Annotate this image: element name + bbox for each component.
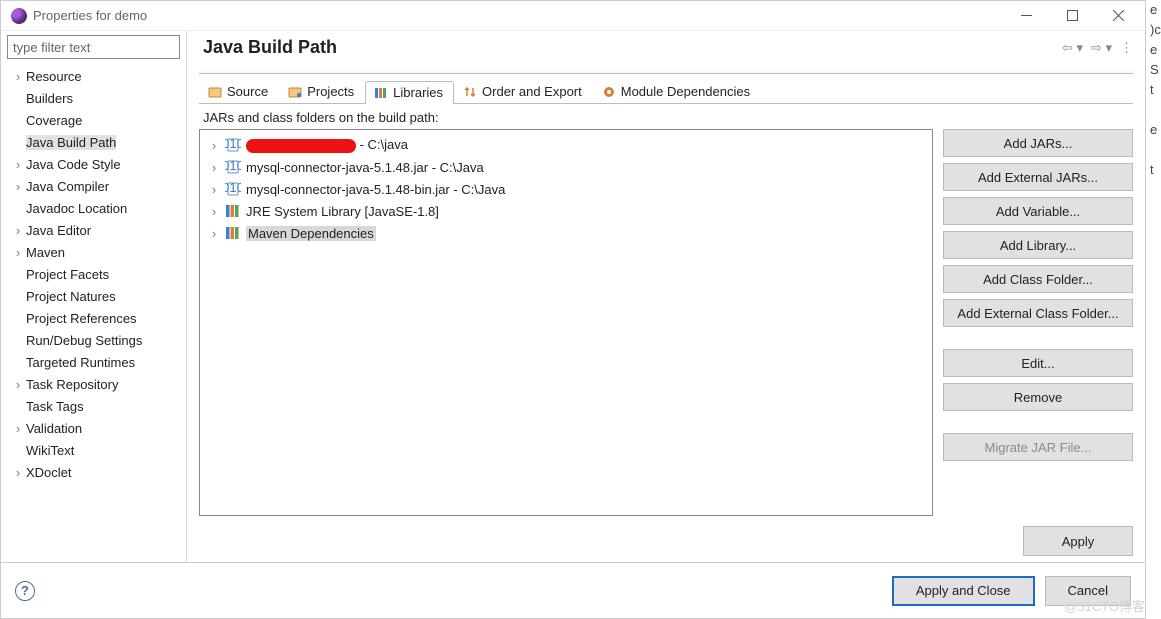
minimize-button[interactable]	[1003, 2, 1049, 30]
section-label: JARs and class folders on the build path…	[203, 110, 1133, 125]
folder-src-icon	[208, 85, 222, 99]
expand-icon: ›	[208, 182, 220, 197]
library-icon	[225, 203, 241, 219]
tree-item-task-repository[interactable]: ›Task Repository	[7, 373, 180, 395]
toolbar-nav: ⇦ ▾ ⇨ ▾ ⋮	[1062, 40, 1133, 56]
add-external-class-folder-button[interactable]: Add External Class Folder...	[943, 299, 1133, 327]
svg-text:010: 010	[225, 159, 241, 173]
properties-dialog: Properties for demo type filter text ›Re…	[0, 0, 1146, 619]
add-jars-button[interactable]: Add JARs...	[943, 129, 1133, 157]
tree-item-java-build-path[interactable]: Java Build Path	[7, 131, 180, 153]
folder-prj-icon	[288, 85, 302, 99]
library-icon	[225, 225, 241, 241]
eclipse-icon	[11, 8, 27, 24]
svg-text:010: 010	[225, 181, 241, 195]
tree-item-task-tags[interactable]: Task Tags	[7, 395, 180, 417]
tree-item-xdoclet[interactable]: ›XDoclet	[7, 461, 180, 483]
dialog-footer: ? Apply and Close Cancel	[1, 562, 1145, 618]
tree-item-coverage[interactable]: Coverage	[7, 109, 180, 131]
tab-projects[interactable]: Projects	[279, 80, 365, 103]
tab-libraries[interactable]: Libraries	[365, 81, 454, 104]
dialog-body: type filter text ›ResourceBuildersCovera…	[1, 31, 1145, 562]
tree-item-java-editor[interactable]: ›Java Editor	[7, 219, 180, 241]
expand-icon: ›	[208, 138, 220, 153]
expand-icon: ›	[208, 226, 220, 241]
expand-icon: ›	[208, 204, 220, 219]
filter-input[interactable]: type filter text	[7, 35, 180, 59]
maximize-button[interactable]	[1049, 2, 1095, 30]
jar-icon: 010	[225, 137, 241, 153]
expand-icon: ›	[11, 245, 25, 260]
expand-icon: ›	[11, 157, 25, 172]
page-title: Java Build Path	[203, 37, 337, 58]
apply-button[interactable]: Apply	[1023, 526, 1133, 556]
expand-icon: ›	[11, 179, 25, 194]
add-library-button[interactable]: Add Library...	[943, 231, 1133, 259]
tab-bar: SourceProjectsLibrariesOrder and ExportM…	[199, 78, 1133, 104]
classpath-entry[interactable]: ›Maven Dependencies	[202, 222, 930, 244]
expand-icon: ›	[11, 465, 25, 480]
migrate-jar-button: Migrate JAR File...	[943, 433, 1133, 461]
watermark: @51CTO博客	[1064, 596, 1145, 615]
tree-item-project-references[interactable]: Project References	[7, 307, 180, 329]
edit-button[interactable]: Edit...	[943, 349, 1133, 377]
tab-source[interactable]: Source	[199, 80, 279, 103]
expand-icon: ›	[11, 421, 25, 436]
classpath-entry[interactable]: ›JRE System Library [JavaSE-1.8]	[202, 200, 930, 222]
window-title: Properties for demo	[33, 8, 1003, 23]
button-column: Add JARs... Add External JARs... Add Var…	[943, 129, 1133, 516]
tree-item-project-natures[interactable]: Project Natures	[7, 285, 180, 307]
expand-icon: ›	[11, 377, 25, 392]
tree-item-builders[interactable]: Builders	[7, 87, 180, 109]
apply-and-close-button[interactable]: Apply and Close	[892, 576, 1035, 606]
classpath-entry[interactable]: ›010mysql-connector-java-5.1.48-bin.jar …	[202, 178, 930, 200]
tree-item-project-facets[interactable]: Project Facets	[7, 263, 180, 285]
property-tree[interactable]: ›ResourceBuildersCoverageJava Build Path…	[7, 65, 180, 483]
right-panel: Java Build Path ⇦ ▾ ⇨ ▾ ⋮ SourceProjects…	[187, 31, 1145, 562]
tree-item-java-compiler[interactable]: ›Java Compiler	[7, 175, 180, 197]
classpath-entry[interactable]: ›010 - C:\java	[202, 134, 930, 156]
jar-icon: 010	[225, 181, 241, 197]
expand-icon: ›	[11, 69, 25, 84]
tree-item-javadoc-location[interactable]: Javadoc Location	[7, 197, 180, 219]
tree-item-run-debug-settings[interactable]: Run/Debug Settings	[7, 329, 180, 351]
module-icon	[602, 85, 616, 99]
tree-item-resource[interactable]: ›Resource	[7, 65, 180, 87]
left-panel: type filter text ›ResourceBuildersCovera…	[1, 31, 187, 562]
remove-button[interactable]: Remove	[943, 383, 1133, 411]
tab-module-dependencies[interactable]: Module Dependencies	[593, 80, 761, 103]
background-editor-text: e)ceStet	[1150, 0, 1161, 180]
tree-item-targeted-runtimes[interactable]: Targeted Runtimes	[7, 351, 180, 373]
tree-item-maven[interactable]: ›Maven	[7, 241, 180, 263]
redacted-marker	[246, 139, 356, 153]
add-variable-button[interactable]: Add Variable...	[943, 197, 1133, 225]
expand-icon: ›	[208, 160, 220, 175]
jar-icon: 010	[225, 159, 241, 175]
add-external-jars-button[interactable]: Add External JARs...	[943, 163, 1133, 191]
tree-item-java-code-style[interactable]: ›Java Code Style	[7, 153, 180, 175]
forward-icon[interactable]: ⇨ ▾	[1091, 40, 1112, 56]
tab-order-and-export[interactable]: Order and Export	[454, 80, 593, 103]
expand-icon: ›	[11, 223, 25, 238]
titlebar: Properties for demo	[1, 1, 1145, 31]
svg-text:010: 010	[225, 137, 241, 151]
classpath-list[interactable]: ›010 - C:\java›010mysql-connector-java-5…	[199, 129, 933, 516]
help-icon[interactable]: ?	[15, 581, 35, 601]
back-icon[interactable]: ⇦ ▾	[1062, 40, 1083, 56]
add-class-folder-button[interactable]: Add Class Folder...	[943, 265, 1133, 293]
library-icon	[374, 86, 388, 100]
tree-item-wikitext[interactable]: WikiText	[7, 439, 180, 461]
close-button[interactable]	[1095, 2, 1141, 30]
order-icon	[463, 85, 477, 99]
menu-icon[interactable]: ⋮	[1120, 40, 1133, 56]
classpath-entry[interactable]: ›010mysql-connector-java-5.1.48.jar - C:…	[202, 156, 930, 178]
tree-item-validation[interactable]: ›Validation	[7, 417, 180, 439]
